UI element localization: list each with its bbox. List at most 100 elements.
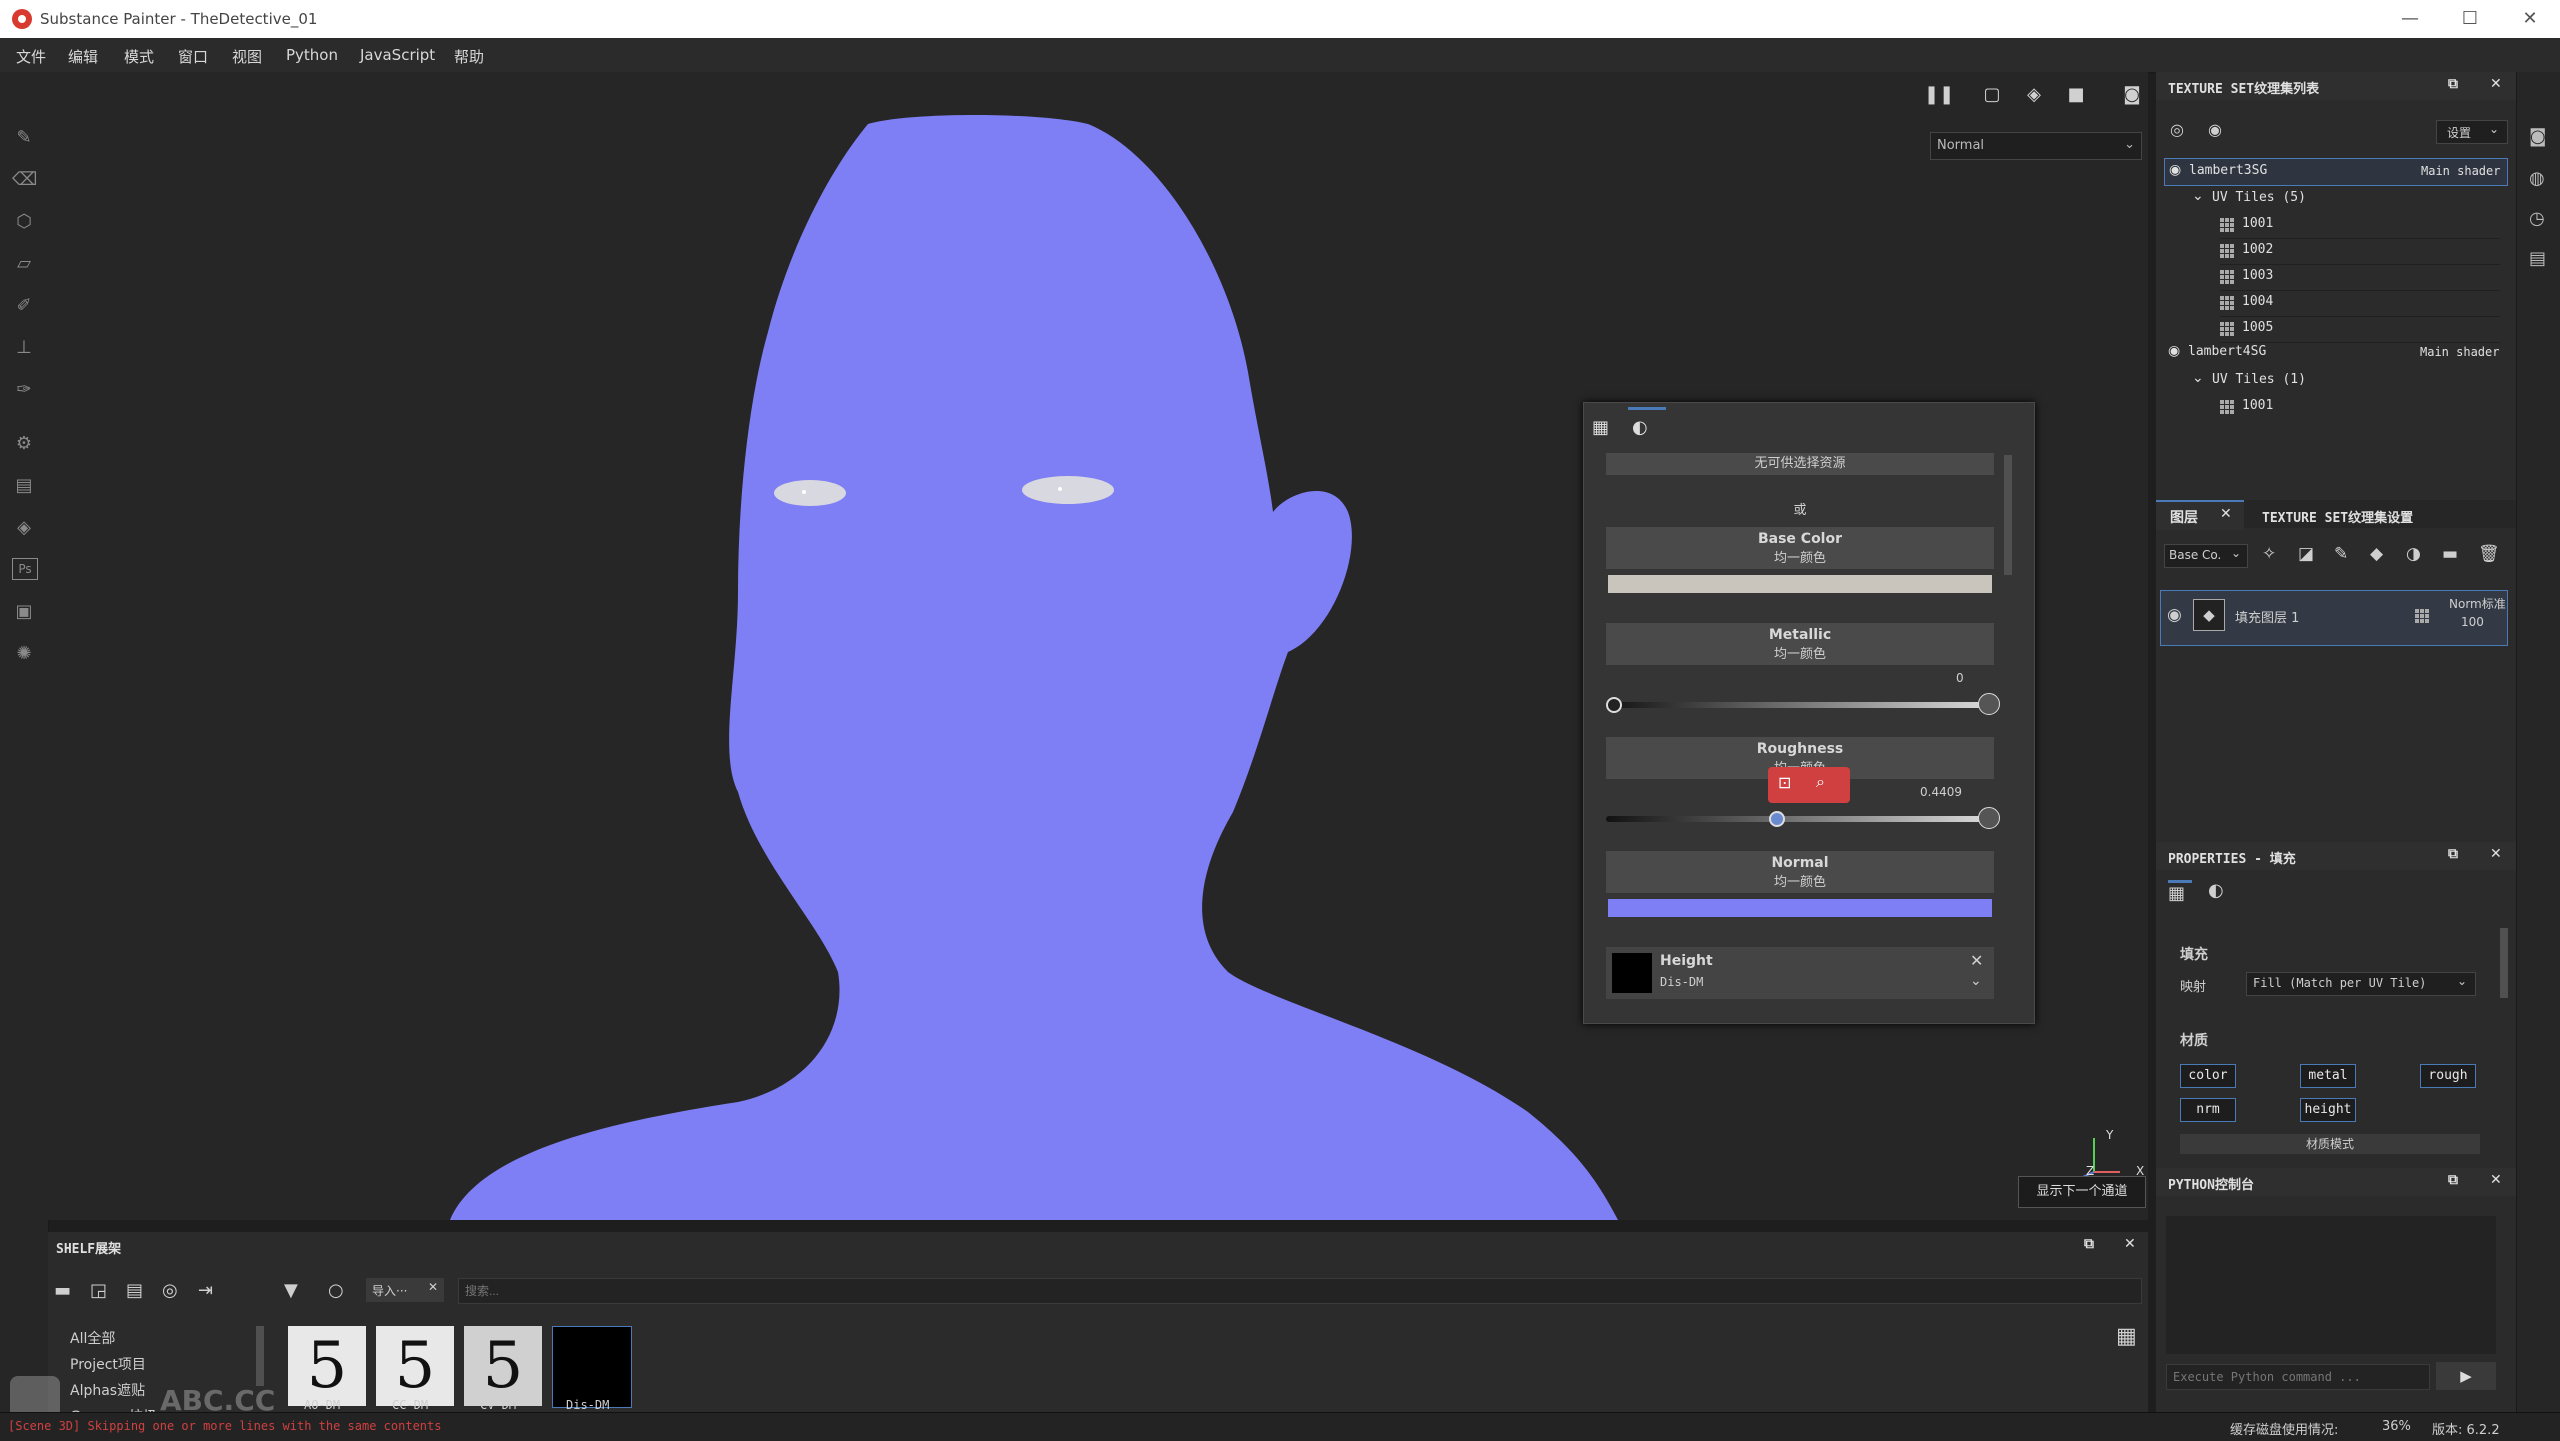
texture-set-row[interactable]: ◉ lambert4SG Main shader (2164, 340, 2506, 366)
close-panel-icon[interactable]: ✕ (2124, 1236, 2136, 1252)
visibility-icon[interactable]: ◉ (2167, 605, 2182, 625)
float-icon[interactable]: ⧉ (2448, 76, 2458, 92)
shelf-thumb-cc[interactable]: 5 (376, 1326, 454, 1406)
mapping-dropdown[interactable]: Fill (Match per UV Tile) ⌄ (2246, 972, 2476, 996)
visibility-icon[interactable]: ◉ (2168, 343, 2180, 359)
log-icon[interactable]: ▤ (2529, 248, 2546, 269)
shelf-thumb-cv[interactable]: 5 (464, 1326, 542, 1406)
float-icon[interactable]: ⧉ (2448, 1172, 2458, 1188)
display-settings-icon[interactable]: ◍ (2529, 168, 2545, 189)
category-alphas[interactable]: Alphas遮贴 (70, 1378, 157, 1404)
settings-icon[interactable]: ✺ (12, 642, 36, 666)
rough-channel-button[interactable]: rough (2420, 1064, 2476, 1088)
normal-swatch[interactable] (1608, 899, 1992, 917)
grid-view-icon[interactable]: ▦ (2116, 1324, 2137, 1349)
menu-python[interactable]: Python (286, 46, 338, 64)
metallic-slider-handle[interactable] (1606, 697, 1622, 713)
uv-tile-row[interactable]: 1001 (2220, 212, 2500, 239)
material-mode-bar[interactable]: 材质模式 (2180, 1134, 2480, 1154)
remove-icon[interactable]: ✕ (1970, 951, 1983, 970)
height-channel-button[interactable]: height (2300, 1098, 2356, 1122)
overlay-toolbar[interactable]: ⊡ ⌕ (1768, 767, 1850, 803)
paint-layer-icon[interactable]: ✎ (2334, 544, 2348, 564)
texture-set-row[interactable]: ◉ lambert3SG Main shader (2164, 158, 2508, 186)
fill-layer-icon[interactable]: ◆ (2370, 544, 2383, 564)
metallic-edit-icon[interactable] (1978, 693, 2000, 715)
nrm-channel-button[interactable]: nrm (2180, 1098, 2236, 1122)
close-panel-icon[interactable]: ✕ (2490, 846, 2502, 862)
refresh-icon[interactable]: ○ (328, 1280, 344, 1301)
no-resource-button[interactable]: 无可供选择资源 (1606, 453, 1994, 475)
menu-mode[interactable]: 模式 (124, 46, 154, 67)
chevron-down-icon[interactable]: ⌄ (2192, 188, 2204, 204)
menu-help[interactable]: 帮助 (454, 46, 484, 67)
new-folder-icon[interactable]: ◲ (90, 1280, 107, 1301)
menu-window[interactable]: 窗口 (178, 46, 208, 67)
uv-tile-row[interactable]: 1004 (2220, 290, 2500, 317)
menu-javascript[interactable]: JavaScript (360, 46, 435, 64)
folder-icon[interactable]: ▬ (54, 1280, 71, 1301)
save-icon[interactable]: ▤ (126, 1280, 143, 1301)
metallic-button[interactable]: Metallic 均一颜色 (1606, 623, 1994, 665)
eraser-icon[interactable]: ⌫ (12, 168, 37, 192)
remove-filter-icon[interactable]: ✕ (428, 1280, 438, 1294)
uv-tile-row[interactable]: 1001 (2220, 394, 2500, 420)
python-command-input[interactable] (2166, 1364, 2430, 1390)
menu-edit[interactable]: 编辑 (68, 46, 98, 67)
layer-blend-mode[interactable]: Norm标准 (2449, 595, 2506, 612)
shelf-search-input[interactable] (458, 1278, 2142, 1304)
smart-material-icon[interactable]: ◑ (2406, 544, 2421, 564)
color-channel-button[interactable]: color (2180, 1064, 2236, 1088)
close-panel-icon[interactable]: ✕ (2490, 76, 2502, 92)
tab-layers[interactable]: 图层 ✕ (2156, 500, 2244, 530)
category-project[interactable]: Project项目 (70, 1352, 157, 1378)
ai-icon[interactable]: ⊡ (1778, 773, 1791, 792)
chevron-down-icon[interactable]: ⌄ (1970, 973, 1982, 989)
close-tab-icon[interactable]: ✕ (2220, 506, 2232, 522)
settings-dropdown[interactable]: 设置 ⌄ (2436, 120, 2508, 144)
pause-icon[interactable]: ❚❚ (1924, 84, 1954, 108)
import-icon[interactable]: ⇥ (198, 1280, 213, 1301)
texture-set-icon[interactable]: ◙ (2529, 126, 2546, 147)
export-icon[interactable]: ▤ (12, 474, 36, 498)
properties-sphere-tab-icon[interactable]: ◐ (2208, 880, 2232, 904)
brush-icon[interactable]: ✎ (12, 126, 36, 150)
polygon-fill-icon[interactable]: ▱ (12, 252, 36, 276)
status-log[interactable]: [Scene 3D] Skipping one or more lines wi… (8, 1419, 441, 1433)
normal-button[interactable]: Normal 均一颜色 (1606, 851, 1994, 893)
channel-dropdown[interactable]: Base Co. ⌄ (2164, 544, 2248, 568)
category-scrollbar[interactable] (256, 1326, 264, 1386)
minimize-button[interactable]: — (2380, 4, 2440, 34)
picture-icon[interactable]: ▣ (12, 600, 36, 624)
material-tab-icon[interactable]: ▦ (1592, 417, 1616, 441)
photoshop-icon[interactable]: Ps (12, 558, 38, 580)
sphere-tab-icon[interactable]: ◐ (1632, 417, 1656, 441)
search-icon[interactable]: ⌕ (1816, 772, 1825, 792)
roughness-slider-handle[interactable] (1769, 811, 1786, 827)
hide-icon[interactable]: ◎ (162, 1280, 178, 1301)
chevron-down-icon[interactable]: ⌄ (2192, 370, 2204, 386)
menu-view[interactable]: 视图 (232, 46, 262, 67)
filter-tag[interactable]: 导入··· ✕ (366, 1278, 444, 1302)
history-icon[interactable]: ◷ (2529, 208, 2545, 229)
camera-video-icon[interactable]: ■ (2062, 84, 2090, 108)
close-button[interactable]: ✕ (2500, 4, 2560, 34)
smudge-icon[interactable]: ✐ (12, 294, 36, 318)
viewport-mode-dropdown[interactable]: Normal ⌄ (1930, 132, 2142, 160)
projection-icon[interactable]: ⬡ (12, 210, 36, 234)
maximize-button[interactable]: ☐ (2440, 4, 2500, 34)
bake-icon[interactable]: ⚙ (12, 432, 36, 456)
trash-icon[interactable]: 🗑 (2478, 544, 2500, 564)
close-panel-icon[interactable]: ✕ (2490, 1172, 2502, 1188)
shelf-thumb-dis[interactable] (552, 1326, 632, 1408)
metallic-slider[interactable] (1606, 702, 1994, 708)
plugin-icon[interactable]: ◈ (12, 516, 36, 540)
color-picker-icon[interactable]: ✑ (12, 378, 36, 402)
roughness-edit-icon[interactable] (1978, 807, 2000, 829)
mask-icon[interactable]: ◪ (2298, 544, 2314, 564)
cube-icon[interactable]: ◈ (2020, 84, 2048, 108)
category-all[interactable]: All全部 (70, 1326, 157, 1352)
visibility-icon[interactable]: ◉ (2169, 162, 2181, 178)
float-icon[interactable]: ⧉ (2448, 846, 2458, 862)
frame-view-icon[interactable]: ▢ (1978, 84, 2006, 108)
